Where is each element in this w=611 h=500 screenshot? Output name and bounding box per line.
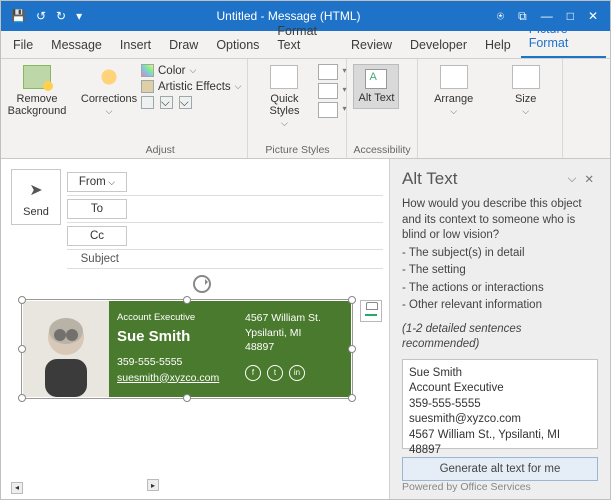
tab-file[interactable]: File [5,32,41,58]
corrections-button[interactable]: Corrections⌵ [79,61,139,117]
linkedin-icon: in [289,365,305,381]
arrange-label: Arrange [434,93,473,105]
redo-icon[interactable]: ↻ [56,9,66,23]
resize-handle[interactable] [18,345,26,353]
scroll-right-icon[interactable]: ▸ [147,479,159,491]
alt-text-label: Alt Text [354,92,398,104]
color-label: Color [158,65,185,77]
resize-handle[interactable] [183,296,191,304]
coming-soon-icon[interactable]: ⍟ [497,9,504,24]
alt-text-button[interactable]: Alt Text [353,64,399,109]
tab-draw[interactable]: Draw [161,32,206,58]
to-button[interactable]: To [67,199,127,219]
facebook-icon: f [245,365,261,381]
quick-styles-label: Quick Styles [269,93,299,117]
sig-phone: 359-555-5555 [117,355,231,371]
picture-effects-menu[interactable] [318,83,338,99]
save-icon[interactable]: 💾 [11,9,26,23]
undo-icon[interactable]: ↺ [36,9,46,23]
selected-picture[interactable]: Account Executive Sue Smith 359-555-5555… [21,299,353,399]
pane-title: Alt Text [402,169,564,189]
pane-options-icon[interactable]: ⌵ [564,173,581,186]
group-accessibility: Accessibility [353,142,410,158]
alt-bullet: - Other relevant information [402,298,598,314]
resize-handle[interactable] [348,345,356,353]
signature-image: Account Executive Sue Smith 359-555-5555… [23,301,351,397]
color-menu[interactable]: Color⌵ [141,64,241,77]
sig-zip: 48897 [245,340,345,355]
tab-message[interactable]: Message [43,32,110,58]
tab-picture-format[interactable]: Picture Format [521,16,606,58]
alt-hint: (1-2 detailed sentences recommended) [402,322,598,353]
pane-close-icon[interactable]: ✕ [580,172,598,186]
reset-picture-icon[interactable]: ⌵ [179,96,192,109]
artistic-effects-menu[interactable]: Artistic Effects⌵ [141,80,241,93]
send-icon: ➤ [29,180,42,200]
send-label: Send [16,206,56,218]
tab-help[interactable]: Help [477,32,519,58]
rotate-handle-icon[interactable] [193,275,211,293]
tab-options[interactable]: Options [208,32,267,58]
corrections-label: Corrections [81,93,137,105]
quick-styles-button[interactable]: Quick Styles⌵ [254,61,314,129]
change-picture-icon[interactable]: ⌵ [160,96,173,109]
layout-options-icon[interactable] [360,300,382,322]
pane-footer: Powered by Office Services [402,481,598,493]
subject-label: Subject [67,253,127,265]
tab-format-text[interactable]: Format Text [269,18,341,58]
compress-pictures-icon[interactable] [141,96,154,109]
twitter-icon: t [267,365,283,381]
tab-developer[interactable]: Developer [402,32,475,58]
sig-name: Sue Smith [117,326,231,349]
resize-handle[interactable] [18,394,26,402]
alt-intro: How would you describe this object and i… [402,197,598,244]
remove-background-label: Remove Background [7,93,67,117]
qat-customize-icon[interactable]: ▾ [76,9,82,23]
generate-alt-text-button[interactable]: Generate alt text for me [402,457,598,481]
resize-handle[interactable] [183,394,191,402]
alt-text-input[interactable]: Sue Smith Account Executive 359-555-5555… [402,359,598,449]
resize-handle[interactable] [18,296,26,304]
send-button[interactable]: ➤ Send [11,169,61,225]
scroll-left-icon[interactable]: ◂ [11,482,23,494]
alt-bullet: - The setting [402,263,598,279]
ribbon: Remove Background Corrections⌵ Color⌵ Ar… [1,59,610,159]
picture-layout-menu[interactable] [318,102,338,118]
artistic-label: Artistic Effects [158,81,231,93]
group-adjust: Adjust [79,142,241,158]
remove-background-button[interactable]: Remove Background [7,61,67,117]
ribbon-tabs: File Message Insert Draw Options Format … [1,31,610,59]
alt-bullet: - The actions or interactions [402,281,598,297]
sig-city: Ypsilanti, MI [245,326,345,341]
message-compose-area: ➤ Send From To Cc Subject A [1,159,389,499]
from-button[interactable]: From [67,172,127,192]
tab-insert[interactable]: Insert [112,32,159,58]
horizontal-scrollbar[interactable]: ◂ ▸ [11,479,159,491]
sig-street: 4567 William St. [245,311,345,326]
alt-text-pane: Alt Text ⌵ ✕ How would you describe this… [389,159,610,499]
cc-button[interactable]: Cc [67,226,127,246]
group-picture-styles: Picture Styles [254,142,340,158]
resize-handle[interactable] [348,296,356,304]
sig-email: suesmith@xyzco.com [117,371,231,387]
arrange-button[interactable]: Arrange⌵ [424,61,484,117]
sig-role: Account Executive [117,311,231,325]
tab-review[interactable]: Review [343,32,400,58]
signature-photo [23,301,109,397]
resize-handle[interactable] [348,394,356,402]
alt-bullet: - The subject(s) in detail [402,246,598,262]
size-button[interactable]: Size⌵ [496,61,556,117]
picture-border-menu[interactable] [318,64,338,80]
size-label: Size [515,93,536,105]
